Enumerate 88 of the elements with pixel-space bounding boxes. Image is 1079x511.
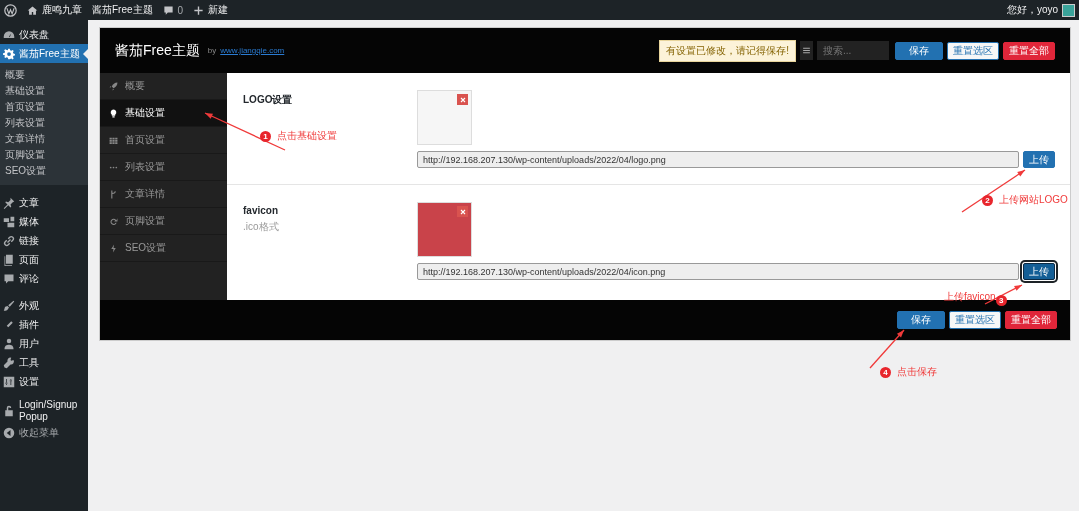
sliders-icon xyxy=(3,375,15,388)
submenu-item[interactable]: 列表设置 xyxy=(0,115,88,131)
submenu-item[interactable]: 基础设置 xyxy=(0,83,88,99)
annotation-text: 上传网站LOGO xyxy=(999,193,1068,207)
home-icon xyxy=(27,4,38,16)
reset-section-button[interactable]: 重置选区 xyxy=(947,41,999,60)
site-name-link[interactable]: 鹿鸣九章 xyxy=(42,3,82,17)
wrench-icon xyxy=(3,356,15,369)
bulb-icon xyxy=(109,108,118,118)
list-toggle-button[interactable] xyxy=(800,41,813,60)
save-button[interactable]: 保存 xyxy=(897,311,945,329)
menu-item[interactable]: 页面 xyxy=(0,250,88,269)
annotation-text: 上传favicon xyxy=(944,289,996,304)
list-icon xyxy=(802,46,811,55)
comment-icon[interactable] xyxy=(162,4,174,16)
upload-button[interactable]: 上传 xyxy=(1023,263,1055,280)
new-link[interactable]: 新建 xyxy=(208,3,229,17)
step-badge: 1 xyxy=(260,130,271,142)
greeting-link[interactable]: 您好，yoyo xyxy=(1006,3,1058,17)
field-label: favicon xyxy=(243,205,279,216)
submenu-item[interactable]: 首页设置 xyxy=(0,99,88,115)
refresh-icon xyxy=(109,216,118,226)
reset-section-button[interactable]: 重置选区 xyxy=(949,311,1001,329)
byline: by xyxy=(207,46,217,55)
media-icon xyxy=(3,215,15,228)
close-icon xyxy=(458,207,467,216)
menu-item[interactable]: 插件 xyxy=(0,315,88,334)
bolt-icon xyxy=(109,243,118,253)
reset-all-button[interactable]: 重置全部 xyxy=(1003,41,1055,60)
nav-item[interactable]: 页脚设置 xyxy=(100,208,227,235)
unsaved-notice: 有设置已修改，请记得保存! xyxy=(659,39,796,62)
step-badge: 2 xyxy=(982,194,993,206)
avatar-icon xyxy=(1062,3,1075,17)
logo-icon[interactable] xyxy=(4,3,17,17)
step-badge: 3 xyxy=(995,295,1007,306)
menu-item[interactable]: 媒体 xyxy=(0,212,88,231)
branch-icon xyxy=(109,189,118,199)
lock-icon xyxy=(3,405,15,417)
remove-image-button[interactable] xyxy=(457,94,468,105)
save-button[interactable]: 保存 xyxy=(895,41,943,60)
menu-item[interactable]: 收起菜单 xyxy=(0,423,88,442)
submenu-item[interactable]: 概要 xyxy=(0,67,88,83)
field-label: LOGO设置 xyxy=(243,93,294,107)
annotation-text: 点击保存 xyxy=(897,365,937,379)
menu-item[interactable]: 评论 xyxy=(0,269,88,288)
nav-item[interactable]: 列表设置 xyxy=(100,154,227,181)
grid-icon xyxy=(109,135,118,145)
gear-icon xyxy=(3,47,15,60)
search-field[interactable]: 搜索... xyxy=(817,41,889,60)
theme-link[interactable]: 酱茄Free主题 xyxy=(92,3,153,17)
menu-item[interactable]: 外观 xyxy=(0,296,88,315)
nav-item[interactable]: 基础设置 xyxy=(100,100,227,127)
plus-icon[interactable] xyxy=(193,4,205,16)
submenu-item[interactable]: 文章详情 xyxy=(0,131,88,147)
comment-count: 0 xyxy=(177,4,184,16)
menu-item[interactable]: 用户 xyxy=(0,334,88,353)
pin-icon xyxy=(3,196,15,209)
menu-item[interactable]: 链接 xyxy=(0,231,88,250)
menu-item[interactable]: 设置 xyxy=(0,372,88,391)
menu-item[interactable]: Login/Signup Popup xyxy=(0,399,88,423)
page-icon xyxy=(3,253,15,266)
collapse-icon xyxy=(3,426,15,439)
annotation-text: 点击基础设置 xyxy=(277,129,337,143)
reset-all-button[interactable]: 重置全部 xyxy=(1005,311,1057,329)
brush-icon xyxy=(3,299,15,312)
nav-item[interactable]: 首页设置 xyxy=(100,127,227,154)
url-field[interactable]: http://192.168.207.130/wp-content/uploads/2022/04/icon.png xyxy=(417,263,1019,280)
rocket-icon xyxy=(109,81,118,91)
url-field[interactable]: http://192.168.207.130/wp-content/uploads/2022/04/logo.png xyxy=(417,151,1019,168)
remove-image-button[interactable] xyxy=(457,206,468,217)
nav-item[interactable]: 文章详情 xyxy=(100,181,227,208)
menu-item[interactable]: 文章 xyxy=(0,193,88,212)
upload-button[interactable]: 上传 xyxy=(1023,151,1055,168)
step-badge: 4 xyxy=(880,366,891,378)
nav-item[interactable]: SEO设置 xyxy=(100,235,227,262)
submenu-item[interactable]: SEO设置 xyxy=(0,163,88,179)
link-icon xyxy=(3,234,15,247)
menu-item[interactable]: 工具 xyxy=(0,353,88,372)
menu-item[interactable]: 仪表盘 xyxy=(0,25,88,44)
user-icon xyxy=(3,337,15,350)
submenu-item[interactable]: 页脚设置 xyxy=(0,147,88,163)
site-link[interactable]: www.jiangqie.com xyxy=(220,46,285,55)
panel-title: 酱茄Free主题 xyxy=(115,41,200,60)
close-icon xyxy=(458,95,467,104)
comment-icon xyxy=(3,272,15,285)
field-description: .ico格式 xyxy=(243,220,280,234)
menu-item[interactable]: 酱茄Free主题 xyxy=(0,44,88,63)
gauge-icon xyxy=(3,28,15,41)
